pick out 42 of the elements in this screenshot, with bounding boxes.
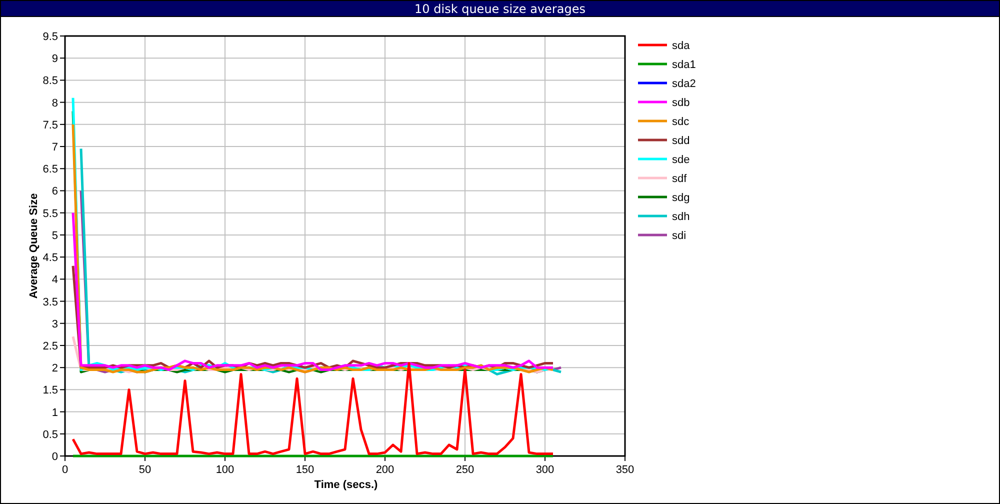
- y-tick-label: 3: [52, 318, 58, 330]
- y-tick-label: 8: [52, 97, 58, 110]
- y-tick-label: 6.5: [42, 164, 58, 176]
- legend-label: sde: [672, 154, 690, 166]
- y-tick-label: 4.5: [42, 252, 58, 264]
- x-tick-label: 50: [138, 464, 152, 476]
- y-tick-label: 9.5: [42, 31, 58, 43]
- y-tick-label: 2.5: [42, 340, 58, 352]
- legend-label: sdd: [672, 135, 690, 147]
- y-tick-label: 4: [52, 274, 58, 286]
- y-tick-label: 1.5: [42, 384, 58, 397]
- x-tick-label: 350: [616, 464, 634, 476]
- y-tick-label: 5.5: [42, 208, 58, 220]
- legend-label: sdg: [672, 192, 690, 204]
- x-tick-label: 100: [216, 464, 234, 476]
- y-tick-label: 0.5: [42, 428, 58, 441]
- x-tick-label: 250: [456, 464, 474, 476]
- x-tick-label: 150: [296, 464, 314, 476]
- y-tick-label: 8.5: [42, 75, 58, 88]
- x-tick-label: 0: [62, 464, 68, 476]
- x-tick-label: 200: [376, 464, 394, 476]
- y-tick-label: 9: [52, 53, 58, 66]
- legend-label: sdc: [672, 116, 690, 128]
- legend-label: sdb: [672, 97, 690, 109]
- legend-label: sdf: [672, 173, 687, 185]
- y-tick-label: 2: [52, 362, 58, 375]
- legend-label: sda: [672, 40, 690, 52]
- y-tick-label: 3.5: [42, 296, 58, 308]
- chart-title: 10 disk queue size averages: [414, 2, 586, 16]
- y-tick-label: 7.5: [42, 119, 58, 132]
- x-tick-label: 300: [536, 464, 554, 476]
- legend-label: sda1: [672, 59, 696, 71]
- legend-label: sdh: [672, 211, 690, 223]
- legend-label: sda2: [672, 78, 696, 90]
- y-axis-title: Average Queue Size: [28, 193, 40, 299]
- x-axis-title: Time (secs.): [314, 479, 378, 491]
- y-tick-label: 7: [52, 142, 58, 154]
- legend-label: sdi: [672, 230, 686, 242]
- y-tick-label: 5: [52, 230, 58, 242]
- y-tick-label: 0: [52, 451, 58, 463]
- y-tick-label: 6: [52, 186, 58, 198]
- y-tick-label: 1: [52, 406, 58, 419]
